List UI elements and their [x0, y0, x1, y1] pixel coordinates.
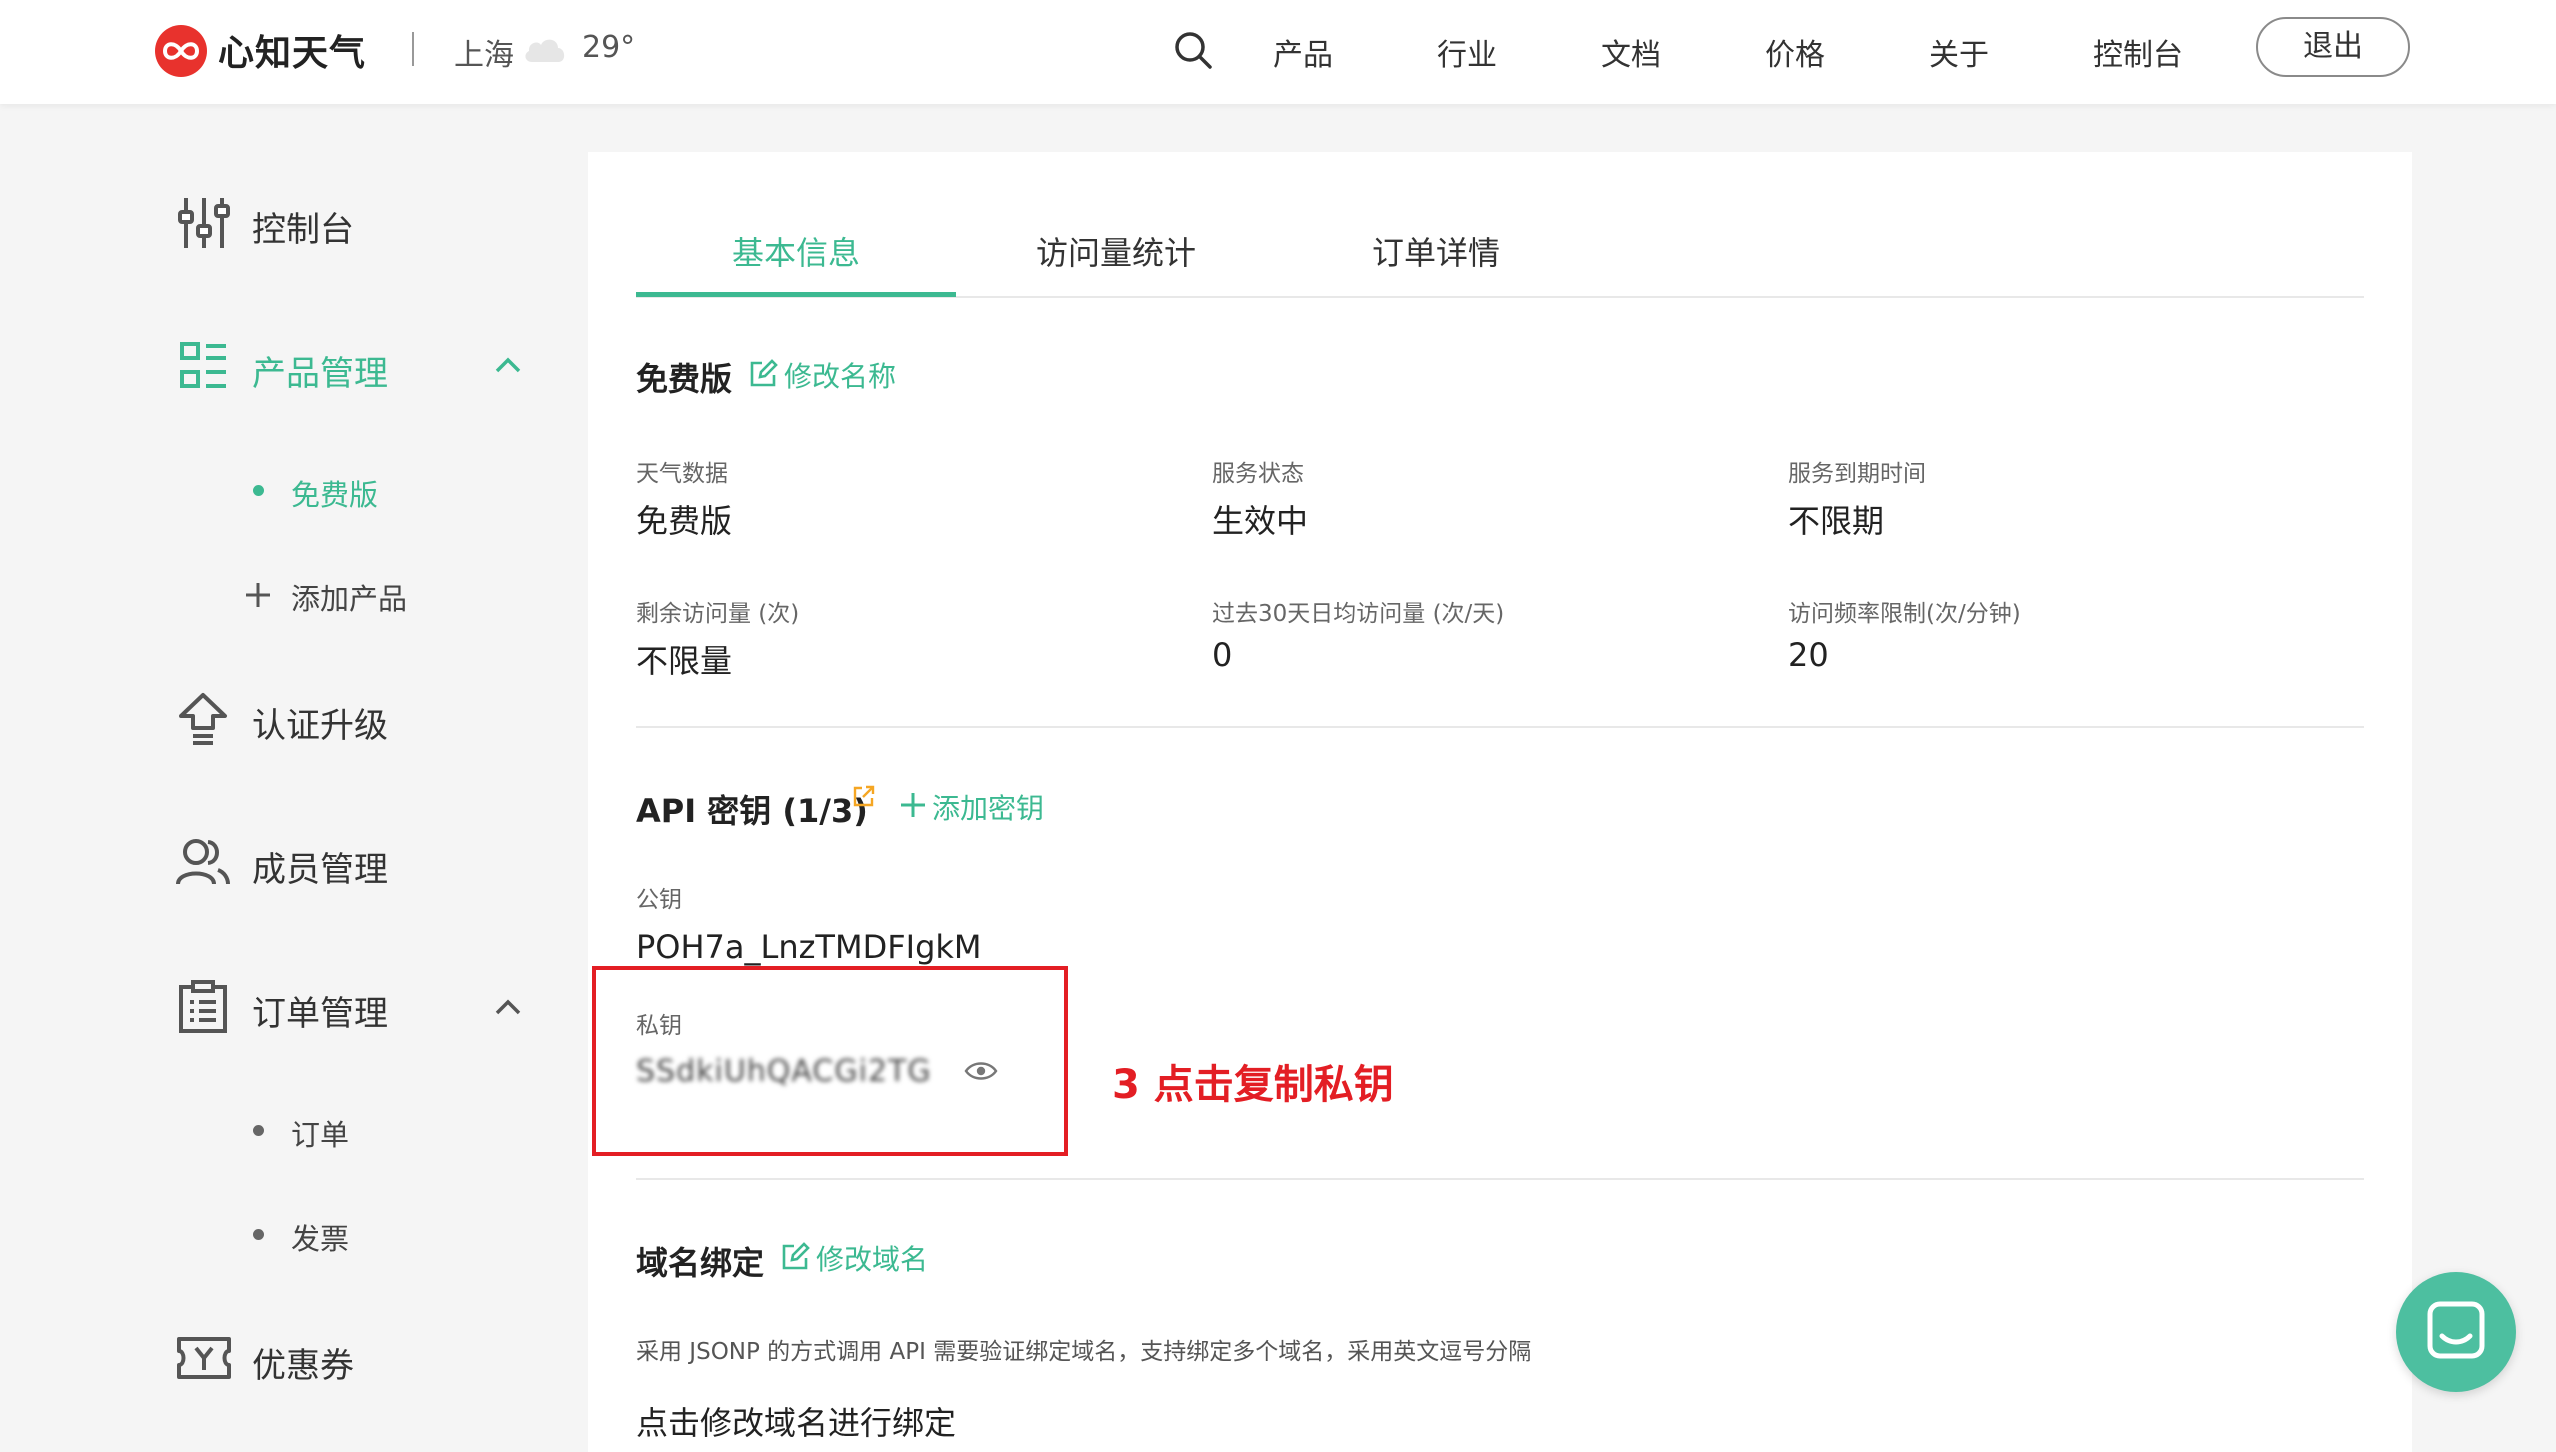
plan-title: 免费版: [636, 360, 733, 398]
temperature: 29°: [582, 30, 636, 65]
clipboard-icon: [179, 980, 227, 1033]
external-link-icon[interactable]: [852, 784, 876, 808]
active-tab-indicator: [636, 292, 956, 297]
domain-description: 采用 JSONP 的方式调用 API 需要验证绑定域名，支持绑定多个域名，采用英…: [636, 1339, 1532, 1365]
ticket-icon: [177, 1337, 231, 1379]
field-label: 访问频率限制(次/分钟): [1788, 601, 2021, 627]
nav-pricing[interactable]: 价格: [1765, 30, 1825, 74]
search-icon[interactable]: [1173, 30, 1213, 70]
add-key-link[interactable]: 添加密钥: [932, 787, 1044, 827]
logout-button[interactable]: 退出: [2256, 17, 2410, 77]
tab-basic-info[interactable]: 基本信息: [732, 228, 860, 274]
sliders-icon: [178, 198, 230, 248]
nav-about[interactable]: 关于: [1929, 30, 1989, 74]
chevron-up-icon[interactable]: [494, 356, 522, 374]
sidebar-item-label: 认证升级: [252, 706, 388, 746]
edit-domain-link[interactable]: 修改域名: [816, 1238, 928, 1278]
bullet-dot: [253, 485, 264, 496]
field-value: 0: [1212, 636, 1233, 674]
section-divider: [636, 1178, 2364, 1180]
field-value: 生效中: [1212, 502, 1309, 540]
api-keys-title: API 密钥 (1/3): [636, 792, 868, 830]
nav-docs[interactable]: 文档: [1601, 30, 1661, 74]
sidebar-subitem-label: 订单: [291, 1118, 350, 1152]
nav-industries[interactable]: 行业: [1437, 30, 1497, 74]
field-label: 天气数据: [636, 461, 728, 487]
domain-title: 域名绑定: [636, 1244, 765, 1282]
tab-traffic-stats[interactable]: 访问量统计: [1036, 228, 1196, 274]
logo-text[interactable]: 心知天气: [218, 24, 366, 76]
field-label: 过去30天日均访问量 (次/天): [1212, 601, 1505, 627]
sidebar-item-label: 控制台: [252, 210, 354, 250]
domain-bind-hint: 点击修改域名进行绑定: [636, 1404, 957, 1442]
top-header: 心知天气 上海 29° 产品 行业 文档 价格 关于 控制台 退出: [0, 0, 2556, 104]
section-divider: [636, 726, 2364, 728]
cloud-icon: [525, 39, 565, 62]
field-value: 免费版: [636, 502, 733, 540]
public-key-value[interactable]: POH7a_LnzTMDFIgkM: [636, 928, 982, 966]
annotation-text: 3 点击复制私钥: [1112, 1062, 1394, 1108]
field-value: 不限量: [636, 642, 733, 680]
plus-icon[interactable]: [900, 792, 926, 818]
chat-icon: [2427, 1301, 2485, 1359]
users-icon: [176, 839, 230, 885]
logo-icon[interactable]: [155, 25, 207, 77]
grid-list-icon: [180, 342, 226, 388]
city-name: 上海: [454, 38, 514, 73]
bullet-dot: [253, 1229, 264, 1240]
sidebar-item-label: 成员管理: [252, 850, 388, 890]
header-divider: [412, 32, 414, 66]
plus-icon: [246, 583, 270, 607]
edit-icon[interactable]: [780, 1242, 810, 1272]
field-label: 服务到期时间: [1788, 461, 1926, 487]
chat-button[interactable]: [2396, 1272, 2516, 1392]
sidebar-subitem-label: 发票: [291, 1222, 350, 1256]
sidebar-item-label: 优惠券: [252, 1346, 354, 1386]
field-value: 20: [1788, 636, 1829, 674]
rename-link[interactable]: 修改名称: [784, 355, 896, 395]
upgrade-icon: [179, 693, 227, 745]
nav-products[interactable]: 产品: [1273, 30, 1333, 74]
chevron-up-icon[interactable]: [494, 998, 522, 1016]
nav-console[interactable]: 控制台: [2093, 30, 2183, 74]
tab-order-details[interactable]: 订单详情: [1372, 228, 1500, 274]
sidebar-item-label: 订单管理: [252, 994, 388, 1034]
field-label: 服务状态: [1212, 461, 1304, 487]
sidebar-subitem-label: 添加产品: [291, 582, 408, 616]
sidebar-item-label: 产品管理: [252, 354, 388, 394]
public-key-label: 公钥: [636, 887, 682, 913]
field-label: 剩余访问量 (次): [636, 601, 800, 627]
field-value: 不限期: [1788, 502, 1885, 540]
bullet-dot: [253, 1125, 264, 1136]
annotation-highlight-box: [592, 966, 1068, 1156]
edit-icon[interactable]: [748, 359, 778, 389]
sidebar-subitem-label: 免费版: [291, 478, 379, 512]
